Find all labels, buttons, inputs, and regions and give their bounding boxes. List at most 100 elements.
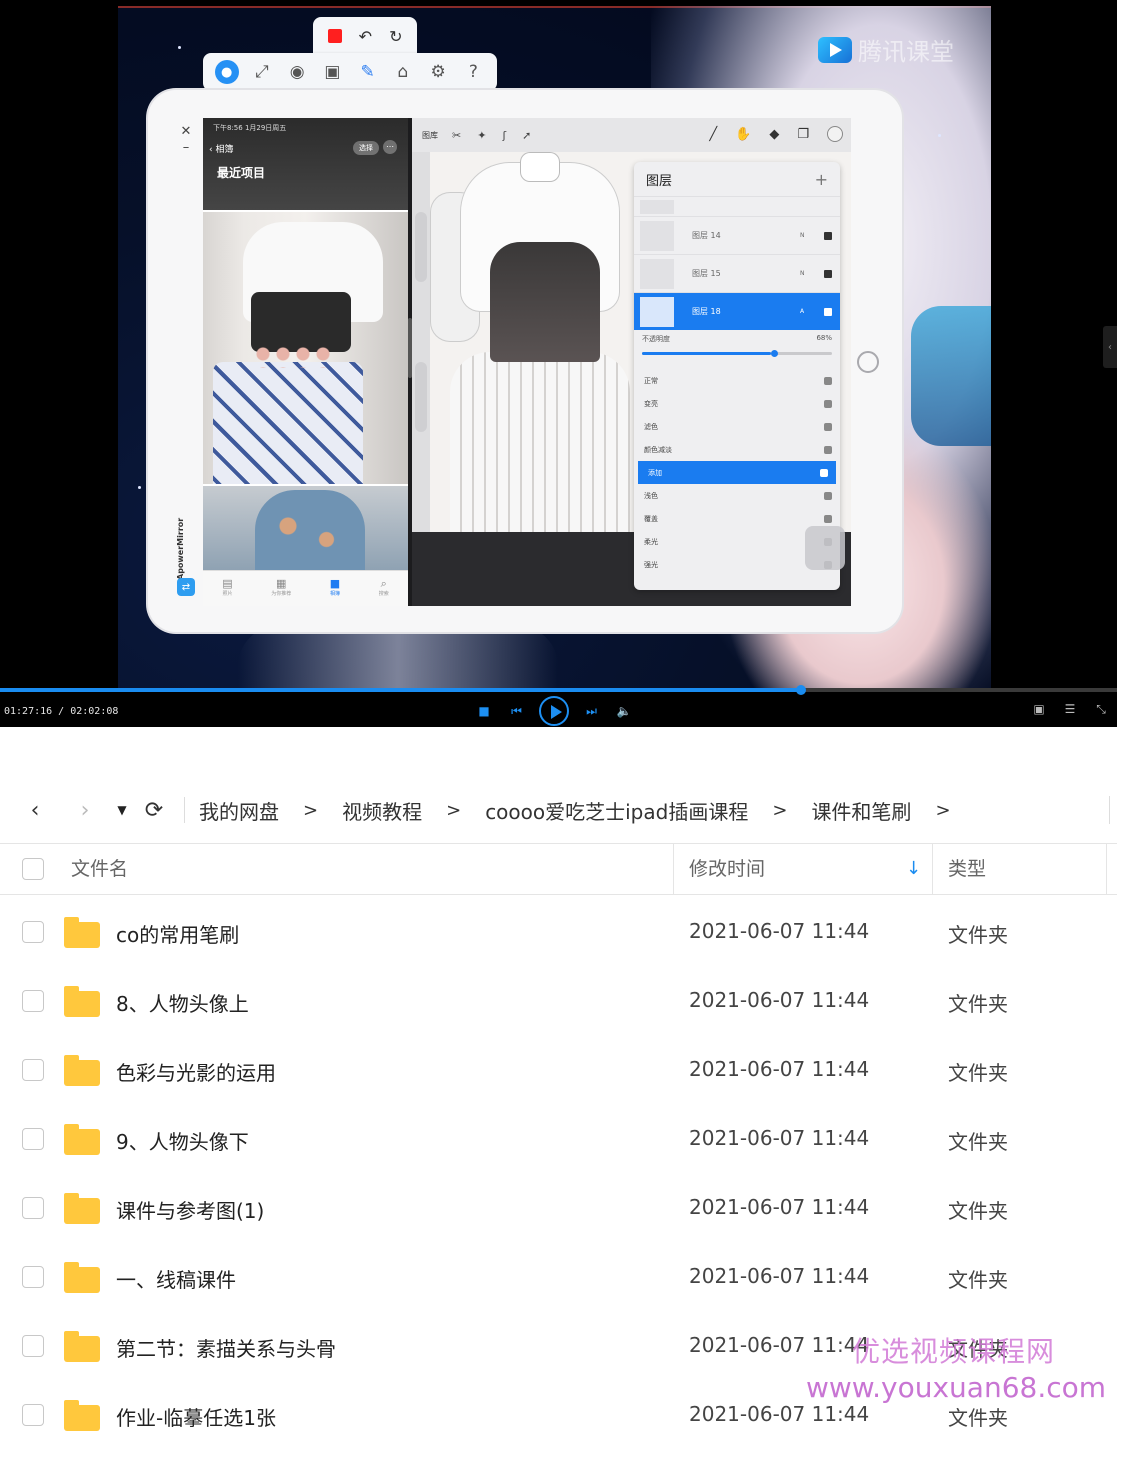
- layer-row[interactable]: 图层 18 A: [634, 292, 840, 330]
- close-icon[interactable]: ✕: [176, 124, 196, 140]
- picture-in-picture-icon[interactable]: ▣: [1030, 702, 1048, 717]
- minimize-icon[interactable]: –: [176, 140, 196, 156]
- record-stop-button[interactable]: [327, 29, 342, 43]
- file-name[interactable]: co的常用笔刷: [116, 919, 239, 948]
- file-name[interactable]: 色彩与光影的运用: [116, 1057, 276, 1086]
- file-name[interactable]: 一、线稿课件: [116, 1264, 236, 1293]
- blend-mode-option[interactable]: 浅色: [634, 484, 840, 507]
- blend-mode-option[interactable]: 颜色减淡: [634, 438, 840, 461]
- layer-row[interactable]: 图层 14 N: [634, 216, 840, 254]
- layer-blend-mode[interactable]: N: [800, 270, 824, 277]
- file-name[interactable]: 课件与参考图(1): [116, 1195, 264, 1224]
- video-player[interactable]: 腾讯课堂 ↶ ↻ ● ⤢ ◉ ▣ ✎ ⌂ ⚙ ? ✕ – ApowerMirro…: [0, 0, 1117, 727]
- file-name[interactable]: 第二节：素描关系与头骨: [116, 1333, 336, 1362]
- row-checkbox[interactable]: [22, 1266, 44, 1288]
- brush-size-slider[interactable]: [415, 212, 427, 282]
- file-name[interactable]: 作业-临摹任选1张: [116, 1402, 276, 1431]
- transform-icon[interactable]: ➚: [522, 129, 531, 142]
- layer-visibility-checkbox[interactable]: [824, 231, 832, 240]
- row-checkbox[interactable]: [22, 1059, 44, 1081]
- add-layer-button[interactable]: +: [815, 170, 828, 189]
- row-checkbox[interactable]: [22, 921, 44, 943]
- adjustments-icon[interactable]: ✦: [477, 129, 486, 142]
- layer-visibility-checkbox[interactable]: [824, 307, 832, 316]
- back-icon[interactable]: ‹: [10, 798, 60, 823]
- chevron-down-icon[interactable]: ▼: [110, 803, 134, 817]
- play-button[interactable]: [539, 696, 569, 726]
- eraser-icon[interactable]: ◆: [769, 127, 779, 142]
- blend-mode-option[interactable]: 滤色: [634, 415, 840, 438]
- blend-mode-option[interactable]: 变亮: [634, 392, 840, 415]
- undo-icon[interactable]: ↶: [359, 27, 372, 46]
- refresh-icon[interactable]: ⟳: [134, 798, 174, 823]
- table-row[interactable]: 9、人物头像下 2021-06-07 11:44 文件夹: [0, 1104, 1117, 1173]
- table-row[interactable]: 一、线稿课件 2021-06-07 11:44 文件夹: [0, 1242, 1117, 1311]
- brush-opacity-slider[interactable]: [415, 362, 427, 432]
- tab-albums[interactable]: ■ 相簿: [330, 578, 340, 600]
- row-checkbox[interactable]: [22, 1197, 44, 1219]
- reference-photo-dress[interactable]: [203, 212, 408, 484]
- blend-mode-option[interactable]: 正常: [634, 369, 840, 392]
- pen-icon[interactable]: ✎: [356, 62, 380, 82]
- brush-icon[interactable]: ╱: [709, 127, 717, 142]
- opacity-control[interactable]: 不透明度 68%: [634, 330, 840, 359]
- row-checkbox[interactable]: [22, 1335, 44, 1357]
- fullscreen-icon[interactable]: ⤢: [250, 62, 274, 82]
- progress-bar[interactable]: [0, 685, 1117, 695]
- column-type[interactable]: 类型: [948, 844, 986, 894]
- reference-photo-qipao[interactable]: [203, 486, 408, 570]
- table-row[interactable]: 课件与参考图(1) 2021-06-07 11:44 文件夹: [0, 1173, 1117, 1242]
- table-row[interactable]: 8、人物头像上 2021-06-07 11:44 文件夹: [0, 966, 1117, 1035]
- forward-icon[interactable]: ›: [60, 798, 110, 823]
- previous-icon[interactable]: ⏮: [507, 704, 527, 719]
- breadcrumb-item[interactable]: 课件和笔刷: [811, 796, 911, 825]
- more-icon[interactable]: ⋯: [383, 140, 397, 154]
- breadcrumb-item[interactable]: coooo爱吃芝士ipad插画课程: [485, 796, 748, 825]
- select-button[interactable]: 选择: [353, 141, 379, 155]
- tab-photos[interactable]: ▤ 照片: [222, 578, 232, 600]
- sort-desc-icon[interactable]: ↓: [906, 858, 921, 879]
- layer-row[interactable]: 图层 15 N: [634, 254, 840, 292]
- settings-icon[interactable]: ☰: [1061, 702, 1079, 717]
- column-name[interactable]: 文件名: [71, 844, 128, 894]
- layer-row[interactable]: [634, 196, 840, 216]
- column-modified[interactable]: 修改时间: [689, 844, 765, 894]
- layer-visibility-checkbox[interactable]: [824, 269, 832, 278]
- layers-icon[interactable]: ❐: [797, 127, 809, 142]
- file-name[interactable]: 8、人物头像上: [116, 988, 249, 1017]
- layer-blend-mode[interactable]: A: [800, 308, 824, 315]
- breadcrumb-item[interactable]: 我的网盘: [199, 796, 279, 825]
- fullscreen-exit-icon[interactable]: ⤡: [1092, 702, 1110, 717]
- gift-icon[interactable]: ⌂: [391, 62, 415, 82]
- layer-blend-mode[interactable]: N: [800, 232, 824, 239]
- gear-icon[interactable]: ⚙: [426, 62, 450, 82]
- tab-search[interactable]: ⌕ 搜索: [379, 578, 389, 600]
- redo-icon[interactable]: ↻: [389, 27, 402, 46]
- select-all-checkbox[interactable]: [22, 858, 44, 880]
- next-icon[interactable]: ⏭: [582, 704, 602, 719]
- user-icon[interactable]: ●: [214, 60, 239, 84]
- breadcrumb-item[interactable]: 视频教程: [342, 796, 422, 825]
- opacity-slider[interactable]: [642, 350, 832, 357]
- stop-icon[interactable]: ■: [474, 704, 494, 718]
- tab-for-you[interactable]: ▦ 为你推荐: [271, 578, 291, 600]
- home-button[interactable]: [857, 351, 879, 373]
- back-button[interactable]: ‹ 相簿: [209, 142, 233, 155]
- volume-icon[interactable]: 🔈: [614, 704, 634, 718]
- blend-mode-option[interactable]: 添加: [638, 461, 836, 484]
- row-checkbox[interactable]: [22, 990, 44, 1012]
- row-checkbox[interactable]: [22, 1404, 44, 1426]
- help-icon[interactable]: ?: [461, 62, 485, 82]
- smudge-icon[interactable]: ✋: [735, 127, 751, 142]
- row-checkbox[interactable]: [22, 1128, 44, 1150]
- screenshot-icon[interactable]: ◉: [285, 62, 309, 82]
- side-panel-toggle[interactable]: ‹: [1103, 326, 1117, 368]
- table-row[interactable]: 色彩与光影的运用 2021-06-07 11:44 文件夹: [0, 1035, 1117, 1104]
- selection-icon[interactable]: ʃ: [502, 129, 506, 142]
- camera-icon[interactable]: ▣: [320, 62, 344, 82]
- floating-button[interactable]: [805, 526, 845, 570]
- gallery-button[interactable]: 图库: [422, 130, 438, 141]
- wrench-icon[interactable]: ✂: [452, 129, 461, 142]
- table-row[interactable]: co的常用笔刷 2021-06-07 11:44 文件夹: [0, 897, 1117, 966]
- file-name[interactable]: 9、人物头像下: [116, 1126, 249, 1155]
